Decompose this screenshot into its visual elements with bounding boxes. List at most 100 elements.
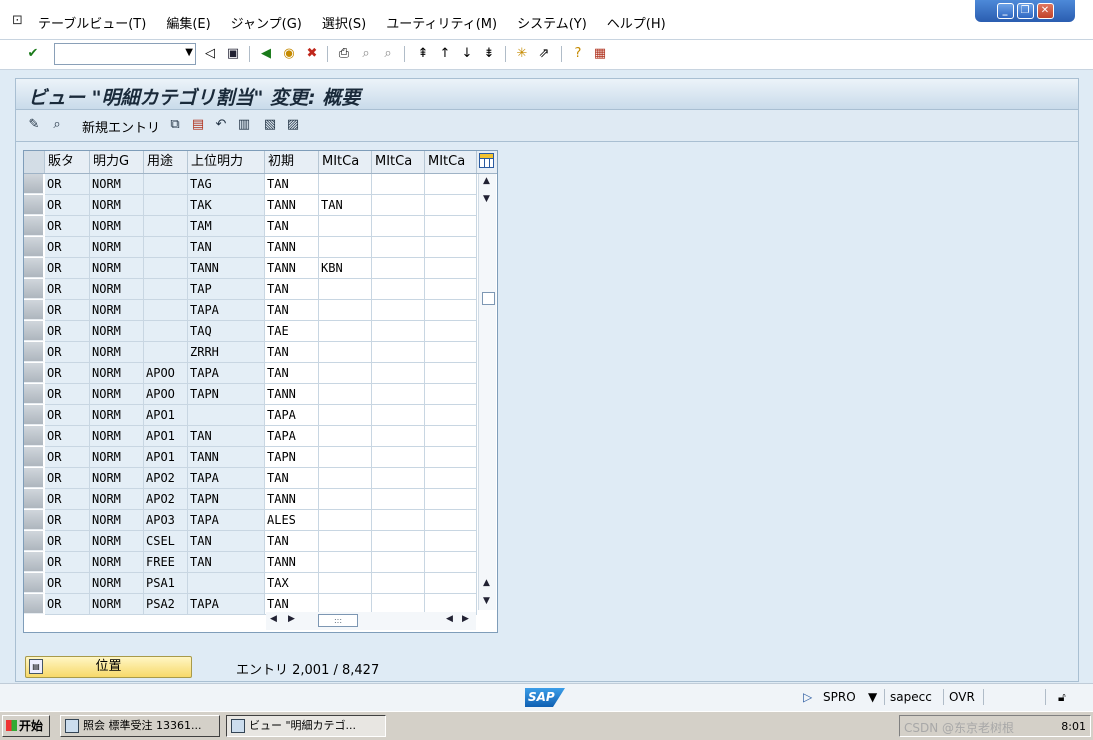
table-cell[interactable]: TAN — [265, 342, 319, 363]
table-cell[interactable] — [372, 405, 425, 426]
table-cell[interactable]: TAN — [265, 216, 319, 237]
table-cell[interactable] — [319, 384, 372, 405]
close-button[interactable]: ✕ — [1036, 3, 1054, 19]
table-cell[interactable]: KBN — [319, 258, 372, 279]
back-triangle-icon[interactable]: ◁ — [201, 45, 219, 63]
row-selector[interactable] — [24, 468, 44, 488]
command-field[interactable]: ▼ — [54, 43, 196, 65]
table-cell[interactable] — [319, 237, 372, 258]
save-icon[interactable]: ▣ — [224, 45, 242, 63]
table-cell[interactable] — [319, 321, 372, 342]
row-selector[interactable] — [24, 195, 44, 215]
find-next-icon[interactable]: ⌕ — [379, 45, 397, 63]
table-cell[interactable] — [425, 405, 477, 426]
menu-edit[interactable]: 編集(E) — [166, 13, 210, 32]
table-cell[interactable]: TAN — [265, 363, 319, 384]
table-cell[interactable] — [372, 258, 425, 279]
last-page-icon[interactable]: ⇟ — [480, 45, 498, 63]
table-cell[interactable] — [425, 426, 477, 447]
table-cell[interactable]: TAPN — [265, 447, 319, 468]
select-block-icon[interactable]: ▧ — [261, 116, 279, 134]
chevron-down-icon[interactable]: ▼ — [185, 47, 193, 58]
taskbar-item-view[interactable]: ビュー "明細カテゴ... — [226, 715, 386, 737]
exit-icon[interactable]: ◉ — [280, 45, 298, 63]
column-header[interactable]: 上位明力 — [188, 151, 265, 173]
table-cell[interactable] — [425, 195, 477, 216]
table-cell[interactable] — [425, 237, 477, 258]
row-selector[interactable] — [24, 510, 44, 530]
table-cell[interactable] — [372, 237, 425, 258]
table-cell[interactable]: TAPA — [265, 405, 319, 426]
row-selector[interactable] — [24, 258, 44, 278]
row-selector[interactable] — [24, 279, 44, 299]
table-cell[interactable] — [425, 174, 477, 195]
row-selector[interactable] — [24, 426, 44, 446]
scroll-left-icon[interactable]: ◀ — [270, 614, 277, 624]
deselect-all-icon[interactable]: ▨ — [284, 116, 302, 134]
table-cell[interactable] — [372, 447, 425, 468]
row-selector[interactable] — [24, 489, 44, 509]
row-selector[interactable] — [24, 384, 44, 404]
table-cell[interactable] — [372, 363, 425, 384]
row-selector[interactable] — [24, 552, 44, 572]
table-cell[interactable] — [425, 573, 477, 594]
table-cell[interactable] — [425, 216, 477, 237]
table-cell[interactable] — [425, 468, 477, 489]
table-cell[interactable] — [319, 468, 372, 489]
table-cell[interactable]: TANN — [265, 237, 319, 258]
cancel-icon[interactable]: ✖ — [303, 45, 321, 63]
row-selector[interactable] — [24, 174, 44, 194]
shortcut-icon[interactable]: ⇗ — [535, 45, 553, 63]
table-cell[interactable]: TAN — [265, 300, 319, 321]
select-all-icon[interactable]: ▥ — [235, 116, 253, 134]
table-cell[interactable] — [319, 510, 372, 531]
previous-page-icon[interactable]: ↑ — [436, 45, 454, 63]
table-cell[interactable] — [372, 489, 425, 510]
table-cell[interactable] — [372, 531, 425, 552]
table-cell[interactable] — [425, 510, 477, 531]
copy-as-icon[interactable]: ⧉ — [166, 116, 184, 134]
vertical-scrollbar[interactable]: ▲ ▼ ▲ ▼ — [478, 174, 496, 610]
table-cell[interactable] — [425, 489, 477, 510]
column-header[interactable]: MItCa — [425, 151, 477, 173]
scroll-down-icon[interactable]: ▼ — [483, 194, 490, 204]
table-cell[interactable] — [372, 510, 425, 531]
row-selector[interactable] — [24, 573, 44, 593]
scroll-up-icon[interactable]: ▲ — [483, 176, 490, 186]
table-cell[interactable] — [425, 300, 477, 321]
table-cell[interactable] — [319, 216, 372, 237]
table-cell[interactable] — [319, 489, 372, 510]
table-cell[interactable]: TAPA — [265, 426, 319, 447]
menu-system[interactable]: システム(Y) — [517, 13, 587, 32]
find-icon[interactable]: ⌕ — [357, 45, 375, 63]
row-selector[interactable] — [24, 321, 44, 341]
table-cell[interactable] — [425, 384, 477, 405]
row-selector[interactable] — [24, 447, 44, 467]
horizontal-scrollbar[interactable]: ◀ ▶ ::: ◀ ▶ — [266, 612, 476, 630]
row-selector[interactable] — [24, 300, 44, 320]
row-selector[interactable] — [24, 342, 44, 362]
table-cell[interactable]: TAN — [265, 531, 319, 552]
layout-menu-icon[interactable]: ▦ — [591, 45, 609, 63]
table-cell[interactable] — [372, 174, 425, 195]
table-cell[interactable] — [425, 531, 477, 552]
status-expand-icon[interactable]: ▷ — [803, 690, 812, 704]
table-cell[interactable] — [425, 552, 477, 573]
menu-select[interactable]: 選択(S) — [322, 13, 366, 32]
scroll-left-icon[interactable]: ◀ — [446, 614, 453, 624]
table-cell[interactable] — [372, 216, 425, 237]
table-cell[interactable] — [425, 279, 477, 300]
column-header[interactable]: 販タ — [45, 151, 90, 173]
menu-table-view[interactable]: テーブルビュー(T) — [38, 13, 146, 32]
table-cell[interactable] — [372, 384, 425, 405]
table-cell[interactable]: TANN — [265, 195, 319, 216]
table-cell[interactable] — [319, 573, 372, 594]
table-cell[interactable] — [425, 363, 477, 384]
table-cell[interactable] — [372, 279, 425, 300]
next-page-icon[interactable]: ↓ — [458, 45, 476, 63]
minimize-button[interactable]: _ — [996, 3, 1014, 19]
table-cell[interactable]: TANN — [265, 552, 319, 573]
menu-utilities[interactable]: ユーティリティ(M) — [386, 13, 497, 32]
table-settings-icon[interactable] — [479, 153, 494, 168]
column-header[interactable]: 用途 — [144, 151, 188, 173]
